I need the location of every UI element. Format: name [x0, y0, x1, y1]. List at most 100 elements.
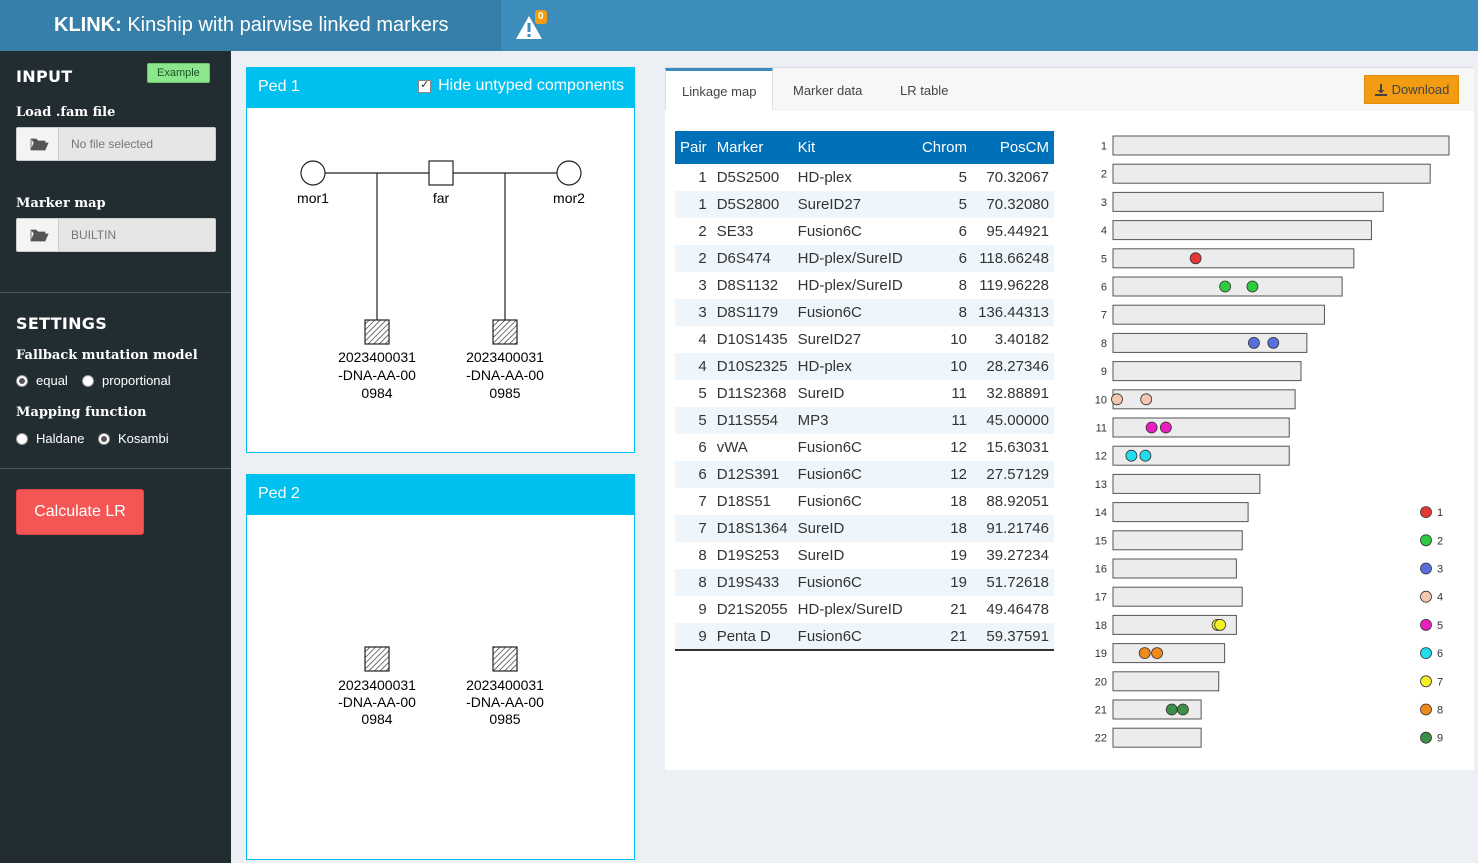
radio-dot[interactable] — [98, 432, 110, 445]
browse-fam-button[interactable] — [17, 128, 59, 160]
radio-haldane[interactable]: Haldane — [16, 431, 84, 446]
linkage-map-chart: 1234567891011121314151617181920212212345… — [1095, 135, 1450, 748]
chrom-label: 4 — [1101, 225, 1107, 237]
table-row: 1 D5S2800 SureID27 5 70.32080 — [675, 191, 1054, 218]
marker-map-input[interactable]: BUILTIN — [16, 218, 216, 252]
col-header-marker[interactable]: Marker — [712, 131, 793, 164]
cell-pair: 7 — [698, 493, 707, 510]
tab-linkage-map[interactable]: Linkage map — [665, 68, 774, 110]
legend-label: 9 — [1437, 733, 1443, 745]
table-row: 9 D21S2055 HD-plex/SureID 21 49.46478 — [675, 596, 1054, 623]
cell-poscm: 91.21746 — [986, 520, 1049, 537]
cell-pair: 7 — [698, 520, 707, 537]
checkbox-box[interactable] — [418, 78, 432, 93]
cell-chrom: 19 — [950, 547, 967, 564]
cell-chrom: 11 — [951, 412, 967, 429]
col-header-poscm[interactable]: PosCM — [972, 131, 1054, 164]
example-button[interactable]: Example — [147, 63, 210, 83]
cell-marker: D10S2325 — [716, 358, 788, 375]
legend-dot — [1420, 534, 1432, 547]
cell-chrom: 5 — [958, 169, 967, 186]
fam-file-label: Load .fam file — [16, 105, 116, 120]
marker-table: Pair Marker Kit Chrom PosCM 1 D5S2500 HD-p… — [675, 131, 1054, 651]
cell-pair: 2 — [698, 250, 707, 267]
chromosome-bar — [1112, 445, 1290, 466]
table-row: 7 D18S51 Fusion6C 18 88.92051 — [675, 488, 1054, 515]
cell-marker: D11S554 — [716, 412, 779, 429]
radio-equal[interactable]: equal — [16, 373, 68, 388]
cell-marker: D8S1179 — [716, 304, 779, 321]
tab-lr-table[interactable]: LR table — [884, 68, 964, 110]
cell-marker: D18S1364 — [716, 520, 788, 537]
mapping-function-label: Mapping function — [16, 405, 147, 420]
radio-dot[interactable] — [16, 374, 28, 387]
chromosome-bar — [1112, 558, 1237, 579]
radio-proportional-label: proportional — [102, 373, 171, 388]
child1-symbol[interactable] — [364, 319, 390, 345]
cell-kit: Fusion6C — [792, 623, 911, 651]
chrom-label: 7 — [1101, 310, 1107, 322]
chromosome-bar — [1112, 473, 1261, 494]
cell-chrom: 12 — [950, 439, 967, 456]
child2-label-line3: 0985 — [489, 385, 520, 401]
radio-dot[interactable] — [82, 374, 94, 387]
calculate-lr-button[interactable]: Calculate LR — [16, 489, 144, 535]
folder-open-icon — [30, 138, 49, 151]
legend-label: 2 — [1437, 535, 1443, 547]
cell-kit: HD-plex — [797, 358, 852, 375]
cell-kit: SureID — [797, 547, 845, 564]
cell-pair: 8 — [698, 574, 707, 591]
cell-kit: SureID — [797, 385, 845, 402]
chromosome-bar — [1112, 586, 1243, 607]
cell-chrom: 21 — [910, 623, 972, 651]
chrom-label: 5 — [1101, 253, 1107, 265]
table-row: 3 D8S1179 Fusion6C 8 136.44313 — [675, 299, 1054, 326]
col-header-pair[interactable]: Pair — [675, 131, 712, 164]
cell-chrom: 19 — [950, 574, 967, 591]
child2-symbol[interactable] — [492, 319, 518, 345]
legend-dot — [1420, 675, 1432, 688]
legend-label: 4 — [1437, 592, 1443, 604]
fam-file-input[interactable]: No file selected — [16, 127, 216, 161]
far-symbol[interactable] — [428, 160, 454, 186]
browse-map-button[interactable] — [17, 219, 59, 251]
chrom-label: 14 — [1095, 507, 1107, 519]
table-row: 2 SE33 Fusion6C 6 95.44921 — [675, 218, 1054, 245]
sidebar-divider — [0, 468, 231, 469]
chrom-label: 11 — [1096, 423, 1107, 435]
chromosome-bar — [1112, 163, 1431, 184]
cell-chrom: 8 — [958, 304, 967, 321]
child1-label-line3: 0984 — [361, 385, 392, 401]
ind2-symbol[interactable] — [492, 646, 518, 672]
cell-pair: 8 — [698, 547, 707, 564]
mor1-symbol[interactable] — [300, 160, 326, 186]
marker-dot — [1267, 336, 1280, 349]
child2-label-line1: 2023400031 — [466, 349, 544, 365]
cell-pair: 2 — [698, 223, 707, 240]
cell-pair: 9 — [698, 601, 707, 618]
ind1-symbol[interactable] — [364, 646, 390, 672]
mor2-symbol[interactable] — [556, 160, 582, 186]
col-header-chrom[interactable]: Chrom — [910, 131, 972, 164]
chrom-label: 18 — [1095, 620, 1107, 632]
download-button[interactable]: Download — [1364, 75, 1459, 104]
settings-heading: SETTINGS — [16, 314, 108, 333]
mor1-label: mor1 — [297, 190, 329, 206]
cell-marker: vWA — [716, 439, 748, 456]
radio-kosambi[interactable]: Kosambi — [98, 431, 169, 446]
main-tab-panel: Linkage map Marker data LR table Downloa… — [665, 67, 1474, 770]
table-row: 6 vWA Fusion6C 12 15.63031 — [675, 434, 1054, 461]
cell-poscm: 118.66248 — [979, 250, 1049, 267]
chromosome-bar — [1112, 502, 1249, 523]
cell-chrom: 10 — [950, 331, 967, 348]
table-row: 5 D11S554 MP3 11 45.00000 — [675, 407, 1054, 434]
col-header-kit[interactable]: Kit — [793, 131, 910, 164]
chrom-label: 22 — [1095, 733, 1107, 745]
chromosome-bar — [1112, 361, 1302, 382]
hide-untyped-checkbox[interactable]: Hide untyped components — [418, 77, 624, 95]
tab-marker-data[interactable]: Marker data — [777, 68, 878, 110]
legend-dot — [1420, 703, 1432, 716]
radio-proportional[interactable]: proportional — [82, 373, 171, 388]
radio-dot[interactable] — [16, 432, 28, 445]
chrom-label: 17 — [1095, 592, 1107, 604]
